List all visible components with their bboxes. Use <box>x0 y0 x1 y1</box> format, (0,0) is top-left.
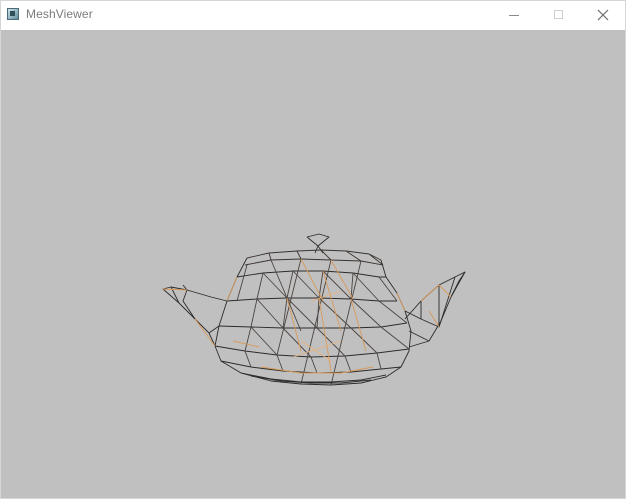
title-bar[interactable]: MeshViewer <box>1 1 625 29</box>
maximize-icon <box>554 10 563 19</box>
teapot-handle <box>162 284 228 347</box>
teapot-spout <box>404 271 466 348</box>
teapot-lid <box>244 249 384 266</box>
window-title: MeshViewer <box>26 7 93 21</box>
meshviewer-window: MeshViewer <box>0 0 626 499</box>
minimize-icon <box>509 15 519 16</box>
close-button[interactable] <box>580 1 626 29</box>
maximize-button[interactable] <box>536 1 582 29</box>
teapot-wireframe <box>162 233 466 386</box>
app-icon[interactable] <box>7 8 19 20</box>
teapot-handle-highlights <box>162 288 216 347</box>
close-icon <box>597 9 609 21</box>
minimize-button[interactable] <box>490 1 536 29</box>
teapot-base <box>240 372 387 384</box>
render-viewport[interactable] <box>1 30 625 498</box>
teapot-body <box>214 257 412 386</box>
